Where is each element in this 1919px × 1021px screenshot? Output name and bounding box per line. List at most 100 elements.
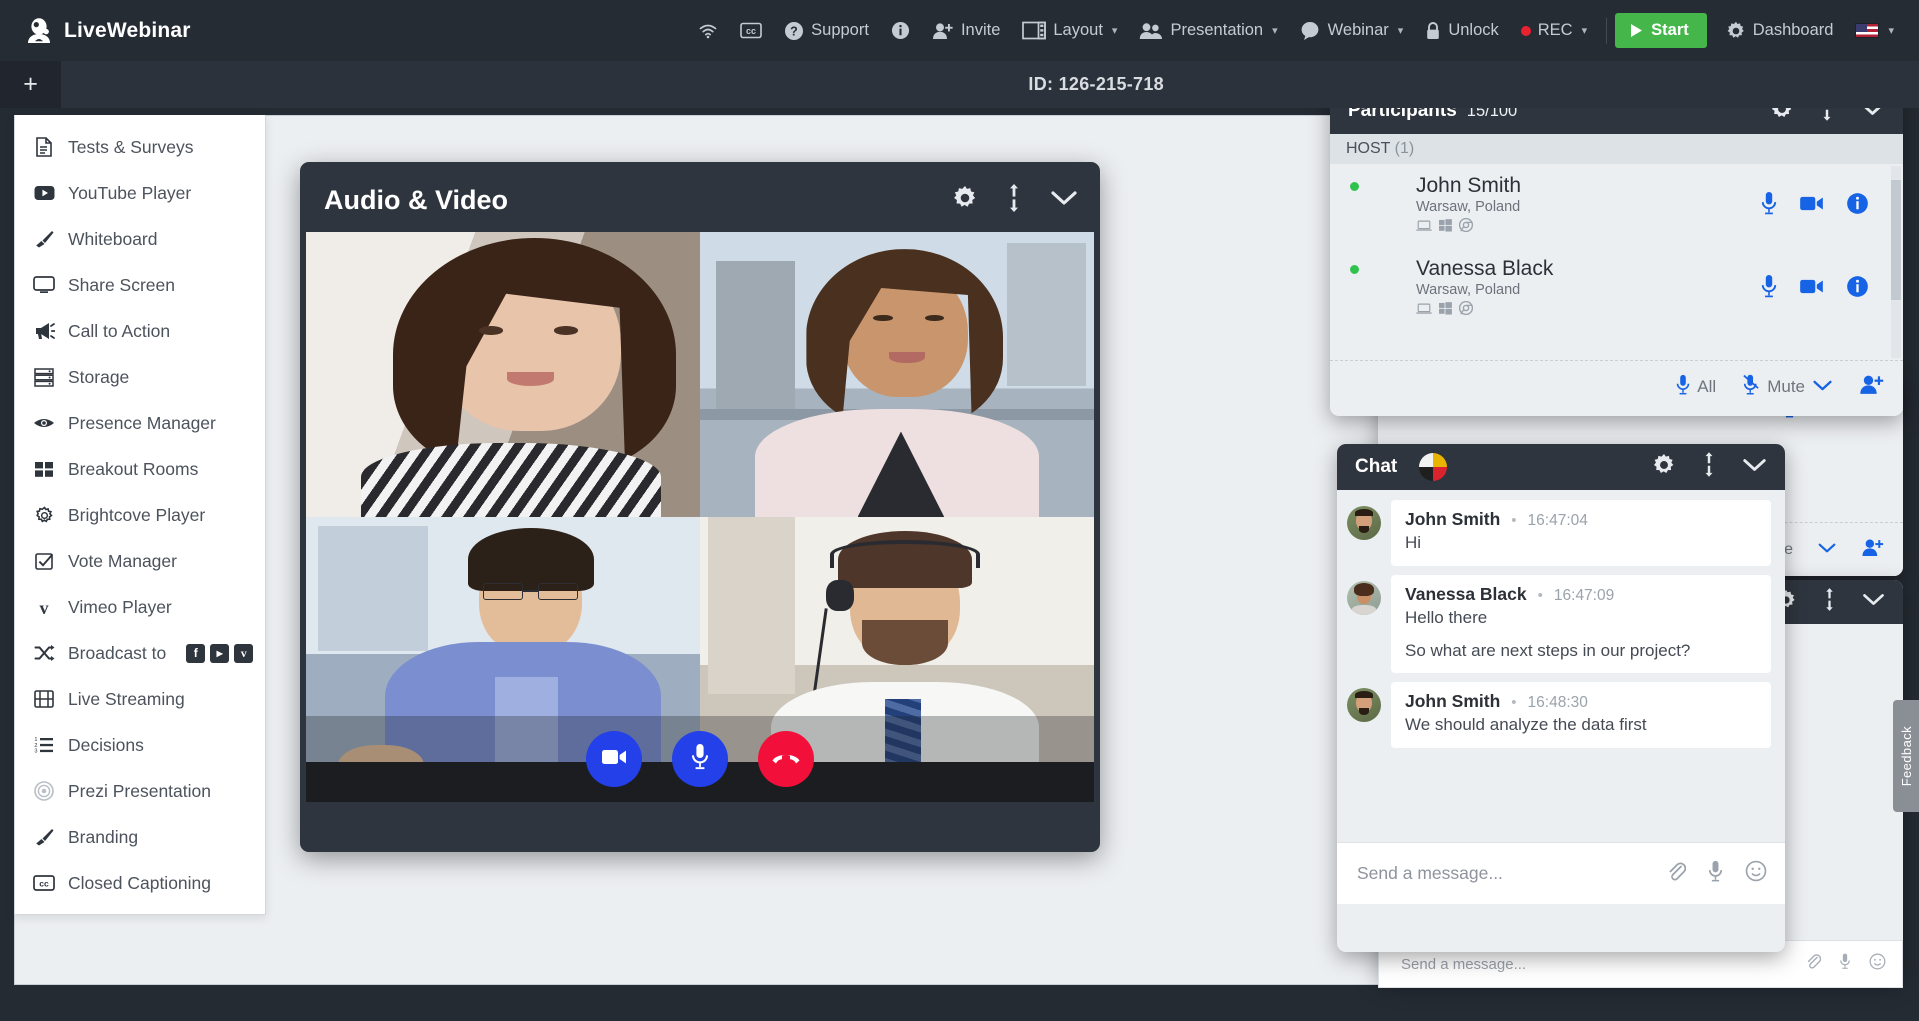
sidebar-item-presence-manager[interactable]: Presence Manager [15,400,265,446]
gear-icon [1726,21,1746,41]
video-tile-1[interactable] [306,232,700,517]
wifi-signal-button[interactable] [687,16,729,45]
hangup-button[interactable] [758,731,814,787]
sidebar-item-brightcove-player[interactable]: Brightcove Player [15,492,265,538]
user-plus-icon [1859,374,1885,400]
chevron-down-icon[interactable] [1050,189,1078,212]
group-label: HOST [1346,140,1391,157]
feedback-tab[interactable]: Feedback [1893,700,1919,812]
support-button[interactable]: ? Support [773,15,880,47]
microphone-icon[interactable] [1708,860,1723,888]
unlock-button[interactable]: Unlock [1414,15,1509,46]
sidebar-item-tests-surveys[interactable]: Tests & Surveys [15,124,265,170]
participant-row[interactable]: John Smith Warsaw, Poland [1330,164,1903,247]
chevron-down-icon[interactable] [1862,592,1885,612]
sidebar-item-decisions[interactable]: 123 Decisions [15,722,265,768]
camera-button[interactable] [586,731,642,787]
top-nav-items: cc ? Support Invite Layout ▾ Presentatio… [687,13,1905,48]
attachment-icon[interactable] [1805,953,1822,975]
presentation-button[interactable]: Presentation ▾ [1128,15,1288,46]
dashboard-button[interactable]: Dashboard [1715,15,1845,47]
video-camera-icon[interactable] [1799,195,1824,217]
server-icon [33,367,55,387]
microphone-icon [691,743,709,776]
sidebar-item-prezi-presentation[interactable]: Prezi Presentation [15,768,265,814]
vimeo-square-icon[interactable]: v [234,643,254,663]
participant-row[interactable]: Vanessa Black Warsaw, Poland [1330,247,1903,330]
start-button[interactable]: Start [1615,13,1707,48]
tab-strip: + ID: 126-215-718 [0,61,1919,108]
add-tab-button[interactable]: + [0,61,61,108]
multi-language-flag-icon[interactable] [1419,453,1448,481]
emoji-icon[interactable] [1869,953,1886,975]
sidebar-item-label: Share Screen [68,274,176,295]
chevron-down-icon: ▾ [1888,25,1894,37]
move-icon[interactable] [1823,588,1836,616]
participant-devices [1416,218,1747,237]
microphone-icon[interactable] [1761,191,1777,221]
chat-message: Vanessa Black • 16:47:09 Hello there So … [1347,574,1771,674]
windows-icon [1439,218,1452,237]
chevron-down-icon[interactable] [1812,377,1833,397]
sidebar-item-whiteboard[interactable]: Whiteboard [15,216,265,262]
microphone-icon[interactable] [1839,953,1851,975]
closed-caption-icon: cc [33,875,55,891]
emoji-icon[interactable] [1745,860,1767,887]
info-button[interactable] [880,15,921,46]
brand[interactable]: LiveWebinar [24,16,191,46]
sidebar-item-branding[interactable]: Branding [15,814,265,860]
chat-input-icons-bg [1805,953,1886,975]
video-tile-2[interactable] [700,232,1094,517]
sidebar-item-broadcast-to[interactable]: Broadcast to f ▶ v [15,630,265,676]
layout-button[interactable]: Layout ▾ [1011,15,1128,46]
youtube-square-icon[interactable]: ▶ [210,643,230,663]
move-icon[interactable] [1006,183,1022,217]
sidebar-item-breakout-rooms[interactable]: Breakout Rooms [15,446,265,492]
move-icon[interactable] [1702,452,1716,482]
sidebar-item-call-to-action[interactable]: Call to Action [15,308,265,354]
info-icon[interactable] [1846,192,1869,220]
user-plus-icon [932,22,954,40]
invite-button[interactable]: Invite [921,15,1011,46]
mute-all-button[interactable]: All [1676,374,1716,401]
webinar-button[interactable]: Webinar ▾ [1289,15,1415,46]
add-participant-button[interactable] [1859,374,1885,400]
chat-bubble: Vanessa Black • 16:47:09 Hello there So … [1391,574,1771,674]
sidebar-item-live-streaming[interactable]: Live Streaming [15,676,265,722]
room-id: ID: 126-215-718 [1028,74,1164,94]
sidebar-item-label: Decisions [68,734,144,755]
participants-scrollbar[interactable] [1891,166,1901,358]
mute-button[interactable]: Mute [1742,374,1833,401]
sidebar-item-label: Breakout Rooms [68,458,199,479]
chevron-down-icon[interactable] [1817,541,1837,559]
avatar-image-vanessa-black [1347,580,1381,615]
facebook-icon[interactable]: f [186,643,206,663]
scrollbar-thumb[interactable] [1891,180,1901,300]
microphone-icon[interactable] [1761,274,1777,304]
gear-icon[interactable] [952,185,978,216]
video-camera-icon[interactable] [1799,278,1824,300]
sidebar-item-youtube-player[interactable]: YouTube Player [15,170,265,216]
sidebar-item-label: Brightcove Player [68,504,206,525]
language-selector[interactable]: ▾ [1844,17,1905,44]
webinar-balloon-icon [1300,21,1321,40]
lock-icon [1425,21,1441,40]
participant-info: Vanessa Black Warsaw, Poland [1416,257,1747,320]
closed-caption-button[interactable]: cc [729,16,773,45]
sidebar-item-share-screen[interactable]: Share Screen [15,262,265,308]
sidebar-item-vimeo-player[interactable]: v Vimeo Player [15,584,265,630]
sidebar-item-closed-captioning[interactable]: cc Closed Captioning [15,860,265,906]
record-button[interactable]: REC ▾ [1510,15,1598,46]
audio-video-tools [952,183,1078,217]
sidebar-item-storage[interactable]: Storage [15,354,265,400]
attachment-icon[interactable] [1666,861,1687,886]
info-icon[interactable] [1846,275,1869,303]
grid-icon [33,461,55,478]
chevron-down-icon[interactable] [1742,457,1767,478]
chat-tools-bg [1775,588,1885,616]
gear-icon[interactable] [1652,453,1676,482]
microphone-button[interactable] [672,731,728,787]
user-plus-icon[interactable] [1861,538,1885,562]
sidebar-item-vote-manager[interactable]: Vote Manager [15,538,265,584]
chat-input-row[interactable]: Send a message... [1337,842,1785,904]
